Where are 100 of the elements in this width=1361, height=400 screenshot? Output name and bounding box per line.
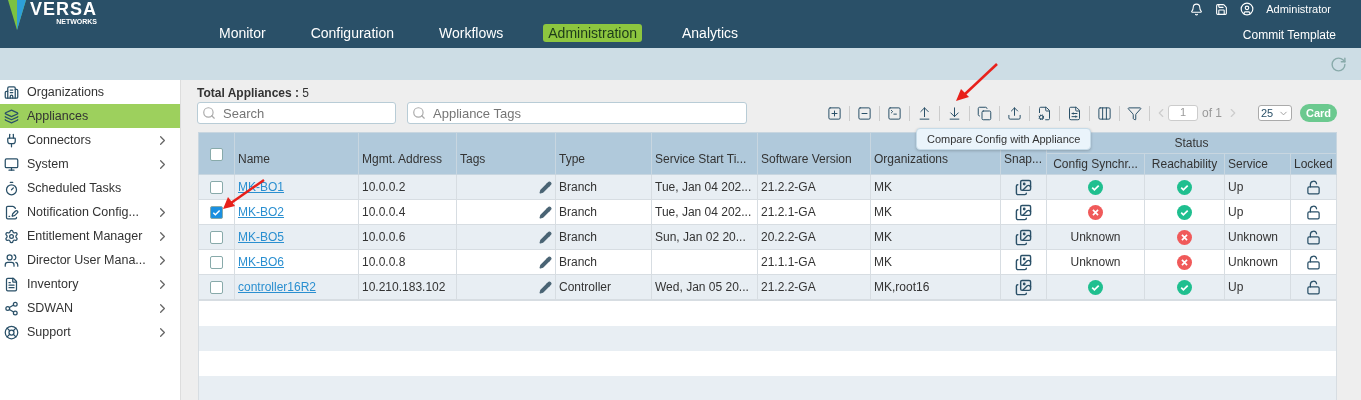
nav-tab[interactable]: Workflows (433, 24, 509, 42)
network-icon (4, 300, 19, 316)
table-cell: Branch (555, 249, 652, 275)
sidebar-item[interactable]: Notification Config... (0, 200, 180, 224)
table-cell: 21.2.2-GA (757, 274, 871, 300)
table-cell: 10.0.0.6 (358, 224, 457, 250)
layers-icon (4, 108, 19, 124)
sidebar-item[interactable]: Connectors (0, 128, 180, 152)
tooltip: Compare Config with Appliance (916, 128, 1092, 150)
column-header[interactable]: Name (234, 132, 359, 175)
document-icon[interactable] (1036, 105, 1052, 121)
filter-icon[interactable] (1126, 105, 1142, 121)
table-cell: Up (1224, 274, 1291, 300)
nav-tab[interactable]: Administration (543, 24, 642, 42)
sidebar-item[interactable]: Support (0, 320, 180, 344)
status-text: Unknown (1070, 255, 1121, 269)
table-cell: Up (1224, 199, 1291, 225)
images-icon[interactable] (1015, 278, 1032, 296)
table-cell: Unknown (1224, 249, 1291, 275)
row-checkbox[interactable] (210, 206, 223, 220)
select-all-checkbox[interactable] (210, 147, 223, 161)
unlocked-icon[interactable] (1306, 179, 1321, 195)
edit-icon[interactable] (539, 281, 552, 295)
sidebar-item[interactable]: Entitlement Manager (0, 224, 180, 248)
sidebar-item[interactable]: Scheduled Tasks (0, 176, 180, 200)
document-icon (4, 204, 19, 220)
terminal-icon[interactable] (886, 105, 902, 121)
sidebar-item[interactable]: SDWAN (0, 296, 180, 320)
logo-icon (8, 0, 26, 30)
unlocked-icon[interactable] (1306, 254, 1321, 270)
timer-icon (4, 180, 19, 196)
bell-icon[interactable] (1190, 2, 1204, 16)
table-cell: Controller (555, 274, 652, 300)
search-field[interactable]: Search (197, 102, 396, 124)
column-header[interactable]: Service Start Ti... (651, 132, 758, 175)
building-icon (4, 84, 19, 100)
images-icon[interactable] (1015, 253, 1032, 271)
upload-icon[interactable] (1006, 105, 1022, 121)
sidebar-item[interactable]: Appliances (0, 104, 180, 128)
table-cell: 21.1.1-GA (757, 249, 871, 275)
unlocked-icon[interactable] (1306, 204, 1321, 220)
table-cell: Sun, Jan 02 20... (651, 224, 758, 250)
total-appliances-text: Total Appliances : 5 (197, 86, 311, 100)
appliance-link[interactable]: MK-BO6 (238, 255, 284, 269)
row-checkbox[interactable] (210, 256, 223, 270)
status-text: Unknown (1070, 230, 1121, 244)
images-icon[interactable] (1015, 178, 1032, 196)
monitor-icon (4, 156, 19, 172)
table-cell: Wed, Jan 05 20... (651, 274, 758, 300)
column-header[interactable]: Software Version (757, 132, 871, 175)
commit-template-link[interactable]: Commit Template (1242, 28, 1336, 42)
table-cell: Branch (555, 199, 652, 225)
document-icon (4, 276, 19, 292)
edit-icon[interactable] (539, 181, 552, 195)
table-cell: 10.0.0.8 (358, 249, 457, 275)
column-header[interactable]: Mgmt. Address (358, 132, 457, 175)
table-cell: MK,root16 (870, 274, 1001, 300)
users-icon (4, 252, 19, 268)
table-cell: Branch (555, 174, 652, 200)
unlocked-icon[interactable] (1306, 229, 1321, 245)
columns-icon[interactable] (1096, 105, 1112, 121)
appliance-link[interactable]: MK-BO2 (238, 205, 284, 219)
annotation-arrow (955, 62, 999, 102)
sidebar-item[interactable]: Inventory (0, 272, 180, 296)
remove-icon[interactable] (856, 105, 872, 121)
document-icon[interactable] (1066, 105, 1082, 121)
table-cell: 20.2.2-GA (757, 224, 871, 250)
unlocked-icon[interactable] (1306, 279, 1321, 295)
table-cell: 21.2.1-GA (757, 199, 871, 225)
sidebar-item[interactable]: System (0, 152, 180, 176)
edit-icon[interactable] (539, 231, 552, 245)
edit-icon[interactable] (539, 206, 552, 220)
column-header[interactable]: Type (555, 132, 652, 175)
table-cell: Up (1224, 174, 1291, 200)
table-cell: 10.0.0.2 (358, 174, 457, 200)
add-icon[interactable] (826, 105, 842, 121)
compare-icon[interactable] (976, 105, 992, 121)
nav-tab[interactable]: Analytics (677, 24, 743, 42)
tags-search-field[interactable]: Appliance Tags (407, 102, 747, 124)
images-icon[interactable] (1015, 228, 1032, 246)
page-size-select[interactable]: 25 (1257, 105, 1292, 121)
table-cell: MK (870, 199, 1001, 225)
sidebar-item[interactable]: Organizations (0, 80, 180, 104)
nav-tab[interactable]: Monitor (214, 24, 271, 42)
row-checkbox[interactable] (210, 231, 223, 245)
nav-tab[interactable]: Configuration (305, 24, 399, 42)
column-header[interactable]: Tags (456, 132, 556, 175)
checkmark-icon (211, 207, 222, 219)
images-icon[interactable] (1015, 203, 1032, 221)
edit-icon[interactable] (539, 256, 552, 270)
table-cell: Tue, Jan 04 202... (651, 174, 758, 200)
save-icon[interactable] (1215, 2, 1229, 16)
table-cell: 10.210.183.102 (358, 274, 457, 300)
row-checkbox[interactable] (210, 281, 223, 295)
row-checkbox[interactable] (210, 181, 223, 195)
user-icon[interactable] (1240, 2, 1255, 16)
plug-icon (4, 132, 19, 148)
sidebar-item[interactable]: Director User Mana... (0, 248, 180, 272)
table-cell: 21.2.2-GA (757, 174, 871, 200)
user-name[interactable]: Administrator (1266, 3, 1331, 15)
